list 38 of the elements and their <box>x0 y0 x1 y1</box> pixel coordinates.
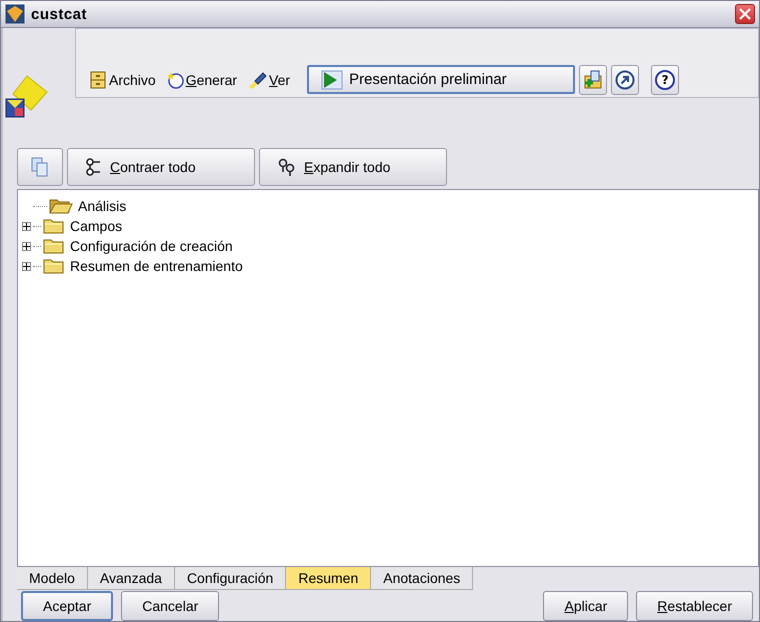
window-title: custcat <box>31 6 88 22</box>
tree-node-label[interactable]: Análisis <box>78 198 126 214</box>
copy-icon <box>31 157 49 177</box>
tab[interactable]: Resumen <box>286 567 372 590</box>
copy-button[interactable] <box>17 148 63 186</box>
expand-toggle[interactable] <box>22 222 31 230</box>
menu-button[interactable]: Generar <box>162 70 240 88</box>
menu-button[interactable]: Ver <box>244 70 294 88</box>
close-button[interactable] <box>735 4 755 24</box>
arrow-circle-button[interactable] <box>611 64 640 94</box>
expand-all-button[interactable]: Expandir todo <box>259 148 447 186</box>
expand-icon <box>278 158 296 176</box>
dialog-button[interactable]: Restablecer <box>636 590 753 620</box>
collapse-icon <box>86 158 102 176</box>
tree-node-label[interactable]: Configuración de creación <box>70 238 233 254</box>
tab[interactable]: Avanzada <box>88 567 175 590</box>
collapse-all-button[interactable]: Contraer todo <box>67 148 255 186</box>
tab[interactable]: Anotaciones <box>371 567 474 590</box>
play-icon <box>321 70 344 90</box>
diamond-app-icon <box>5 4 25 24</box>
menu-button[interactable]: Archivo <box>86 70 159 88</box>
expand-toggle[interactable] <box>22 242 31 250</box>
arrow-circle-icon <box>615 70 636 90</box>
tree-node-label[interactable]: Resumen de entrenamiento <box>70 258 243 274</box>
drawer-icon <box>89 70 107 88</box>
sparkle-circle-icon <box>166 70 184 88</box>
preview-button[interactable]: Presentación preliminar <box>307 65 576 94</box>
tab[interactable]: Configuración <box>174 567 286 590</box>
folder-plus-icon <box>583 70 604 90</box>
add-node-button[interactable] <box>579 64 608 94</box>
flashlight-icon <box>247 70 268 88</box>
dialog-button[interactable]: Cancelar <box>121 590 220 620</box>
dialog-button[interactable]: Aplicar <box>543 590 628 620</box>
expand-toggle[interactable] <box>22 262 31 270</box>
help-button[interactable]: ? <box>651 64 680 94</box>
tree-node-label[interactable]: Campos <box>70 218 122 234</box>
dialog-button[interactable]: Aceptar <box>21 590 114 620</box>
tab[interactable]: Modelo <box>17 567 88 590</box>
